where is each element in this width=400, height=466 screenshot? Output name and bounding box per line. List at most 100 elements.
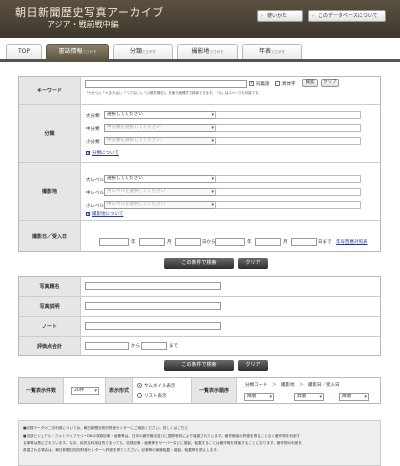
mid-level-select[interactable]: 大レベルを選択してください bbox=[104, 188, 216, 196]
date-to-year-input[interactable] bbox=[215, 238, 245, 246]
mid-level-label: 中レベル bbox=[86, 191, 104, 196]
variant-label: 異体字 bbox=[282, 82, 296, 87]
day-from-label: 日から bbox=[202, 240, 216, 245]
help-label: 使いかた bbox=[267, 13, 288, 19]
large-level-display bbox=[215, 175, 361, 183]
minor-class-label: 小分類 bbox=[86, 140, 100, 145]
note-input[interactable] bbox=[85, 322, 221, 330]
photo-caption-input[interactable] bbox=[85, 302, 221, 310]
era-calendar-link[interactable]: 年号西暦対照表 bbox=[336, 239, 368, 245]
mid-level-display bbox=[215, 188, 361, 196]
photo-title-label: 写真題名 bbox=[19, 277, 81, 296]
order-text: 分類コード ＞ 撮影地 ＞ 撮影日／受入日 bbox=[245, 383, 340, 388]
small-level-label: 小レベル bbox=[86, 204, 104, 209]
synonym-checkbox[interactable] bbox=[249, 80, 254, 86]
major-class-select[interactable]: 選択してください bbox=[104, 111, 216, 119]
rating-label: 評価点合計 bbox=[19, 337, 81, 355]
order-select-2[interactable]: 昇順 bbox=[294, 393, 324, 401]
rating-to-input[interactable] bbox=[141, 342, 167, 350]
help-button[interactable]: › 使いかた bbox=[257, 10, 303, 22]
date-to-day-input[interactable] bbox=[291, 238, 317, 246]
about-label: このデータベースについて bbox=[318, 13, 378, 19]
month-label: 月 bbox=[283, 240, 288, 245]
clear-button[interactable]: クリア bbox=[238, 258, 268, 269]
order-select-1[interactable]: 降順 bbox=[244, 393, 274, 401]
footer-note-1: ■収録データの二次利用については、朝日新聞社知的財産センターにご相談ください。詳… bbox=[23, 426, 188, 430]
tab-underline bbox=[0, 59, 400, 62]
count-label: 一覧表示件数 bbox=[19, 378, 64, 403]
count-select[interactable]: 20件 bbox=[71, 387, 99, 395]
search-form-lower: 写真題名 写真説明 ノート 評価点合計 から まで bbox=[18, 276, 381, 356]
list-radio[interactable] bbox=[137, 393, 142, 398]
middle-class-label: 中分類 bbox=[86, 127, 100, 132]
keyword-hint: 「*(かつ)」「+(または)」「^(でない)」「()(優先順位)」を使う論理式で… bbox=[85, 91, 262, 95]
footer-notes: ■収録データの二次利用については、朝日新聞社知的財産センターにご相談ください。詳… bbox=[18, 420, 381, 466]
large-level-label: 大レベル bbox=[86, 178, 104, 183]
tab-top-label: TOP bbox=[17, 48, 30, 55]
tab-top[interactable]: TOP bbox=[6, 44, 42, 60]
plus-icon: + bbox=[86, 211, 91, 216]
footer-note-3: る事等は禁止されています。なお、私的な利用目的であっても、収録記事・画像等をサー… bbox=[23, 441, 302, 445]
rating-from-input[interactable] bbox=[85, 342, 129, 350]
keyword-label: キーワード bbox=[19, 77, 81, 104]
tab-location[interactable]: 撮影地でさがす bbox=[177, 44, 238, 60]
plus-icon: + bbox=[86, 150, 91, 155]
minor-class-select[interactable]: 中分類を選択してください bbox=[104, 137, 216, 145]
large-level-select[interactable]: 選択してください bbox=[104, 175, 216, 183]
app-subtitle: アジア・戦前戦中編 bbox=[47, 20, 119, 29]
date-to-month-input[interactable] bbox=[255, 238, 281, 246]
tab-bibliographic-suffix: でさがす bbox=[82, 50, 97, 54]
date-from-year-input[interactable] bbox=[99, 238, 129, 246]
middle-class-select[interactable]: 中分類を選択してください bbox=[104, 124, 216, 132]
tab-classification[interactable]: 分類でさがす bbox=[113, 44, 173, 60]
search-button-bottom[interactable]: この条件で検索 bbox=[164, 360, 234, 371]
tab-bar: TOP 書誌情報でさがす 分類でさがす 撮影地でさがす 年表でさがす bbox=[0, 38, 400, 60]
tab-timeline[interactable]: 年表でさがす bbox=[242, 44, 302, 60]
chevron-right-icon: › bbox=[312, 13, 314, 19]
list-label: リスト表示 bbox=[144, 394, 167, 399]
tab-timeline-label: 年表 bbox=[258, 48, 271, 55]
small-level-display bbox=[215, 201, 361, 209]
major-class-display bbox=[215, 111, 361, 119]
synonym-label: 同義語 bbox=[256, 82, 270, 87]
tab-classification-label: 分類 bbox=[129, 48, 142, 55]
middle-class-display bbox=[215, 124, 361, 132]
thumbnail-label: サムネイル表示 bbox=[144, 384, 176, 389]
thumbnail-radio[interactable] bbox=[137, 383, 142, 388]
year-label: 年 bbox=[131, 240, 136, 245]
variant-checkbox[interactable] bbox=[275, 81, 280, 86]
tab-location-label: 撮影地 bbox=[191, 48, 210, 55]
photo-title-input[interactable] bbox=[85, 282, 221, 290]
footer-note-4: 希望される場合は、朝日新聞社知的財産センターへ許諾を得てください。記事等の無断転… bbox=[23, 448, 221, 452]
order-select-3[interactable]: 降順 bbox=[339, 393, 369, 401]
small-level-select[interactable]: 中レベルを選択してください bbox=[104, 201, 216, 209]
note-label: ノート bbox=[19, 317, 81, 336]
about-database-button[interactable]: › このデータベースについて bbox=[308, 10, 386, 22]
format-label: 表示形式 bbox=[105, 378, 133, 403]
rating-to-label: まで bbox=[169, 344, 178, 349]
search-button[interactable]: この条件で検索 bbox=[164, 258, 234, 269]
year-label: 年 bbox=[247, 240, 252, 245]
app-header: 朝日新聞歴史写真アーカイブ アジア・戦前戦中編 › 使いかた › このデータベースに… bbox=[0, 0, 400, 38]
day-to-label: 日まで bbox=[318, 240, 332, 245]
tab-bibliographic[interactable]: 書誌情報でさがす bbox=[46, 44, 109, 60]
keyword-search-button[interactable]: 検索 bbox=[302, 79, 318, 87]
tab-timeline-suffix: でさがす bbox=[271, 50, 285, 54]
tab-classification-suffix: でさがす bbox=[142, 50, 156, 54]
classification-label: 分類 bbox=[19, 105, 81, 162]
app-title: 朝日新聞歴史写真アーカイブ bbox=[15, 6, 164, 19]
photo-caption-label: 写真説明 bbox=[19, 297, 81, 316]
classification-about-link[interactable]: 分類について bbox=[92, 150, 119, 156]
keyword-clear-button[interactable]: クリア bbox=[321, 79, 339, 87]
order-label: 一覧表示順序 bbox=[191, 378, 237, 403]
tab-bibliographic-label: 書誌情報 bbox=[58, 48, 83, 55]
date-from-day-input[interactable] bbox=[175, 238, 201, 246]
location-about-link[interactable]: 撮影地について bbox=[92, 211, 123, 217]
clear-button-bottom[interactable]: クリア bbox=[238, 360, 268, 371]
footer-note-2: ■当該ビジュアル・フォトライブラリーDBの収録記事・画像等は、日本の著作権法並び… bbox=[23, 434, 301, 438]
date-from-month-input[interactable] bbox=[139, 238, 165, 246]
display-options: 一覧表示件数 20件 表示形式 サムネイル表示 リスト表示 一覧表示順序 分類コ… bbox=[18, 377, 381, 404]
chevron-right-icon: › bbox=[261, 13, 263, 19]
tab-location-suffix: でさがす bbox=[209, 50, 224, 54]
keyword-input[interactable] bbox=[85, 80, 247, 88]
